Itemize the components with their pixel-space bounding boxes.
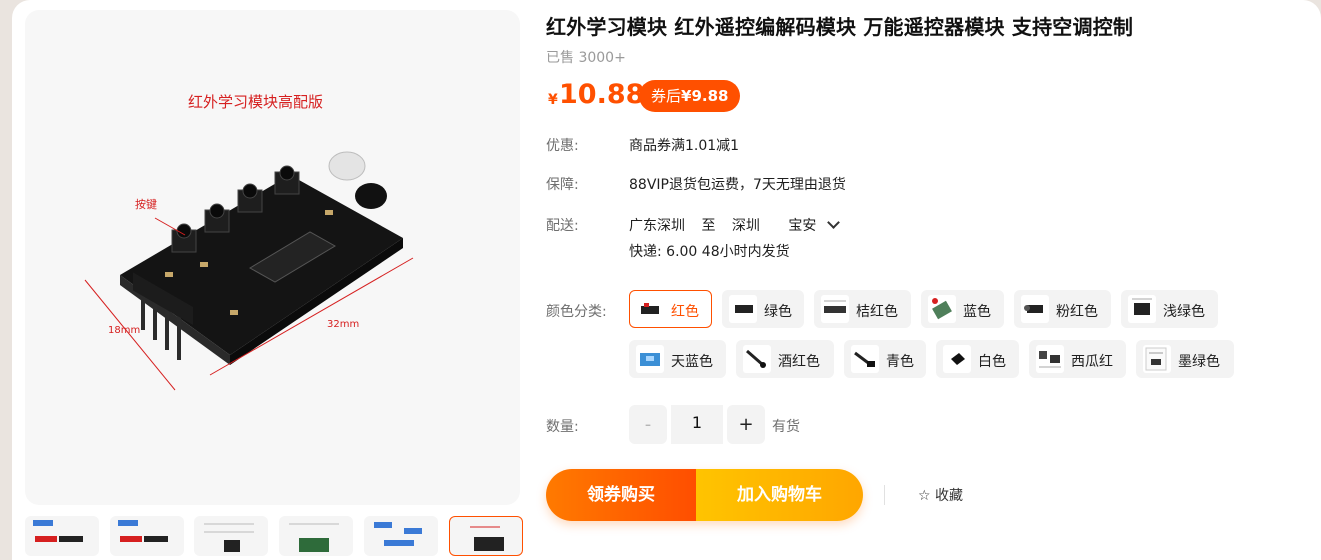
shipping-destination[interactable]: 广东深圳 至 深圳 宝安 xyxy=(629,215,840,235)
price-value: 10.88 xyxy=(559,79,645,110)
quantity-minus-button[interactable]: - xyxy=(629,405,667,444)
product-title: 红外学习模块 红外遥控编解码模块 万能遥控器模块 支持空调控制 xyxy=(546,15,1134,39)
option-label: 绿色 xyxy=(764,304,792,320)
chevron-down-icon[interactable] xyxy=(826,216,840,229)
option-thumbnail xyxy=(851,345,879,373)
option-white[interactable]: 白色 xyxy=(936,340,1019,378)
ship-city: 深圳 xyxy=(731,218,760,234)
option-thumbnail xyxy=(1128,295,1156,323)
option-blue[interactable]: 蓝色 xyxy=(921,290,1004,328)
ship-district: 宝安 xyxy=(788,218,817,234)
thumbnail-active[interactable] xyxy=(449,516,523,556)
option-thumbnail xyxy=(636,345,664,373)
ship-to-word: 至 xyxy=(701,218,716,234)
ir-module-illustration: 红外学习模块高配版 按键 18mm 32mm xyxy=(84,93,414,391)
promo-value[interactable]: 商品券满1.01减1 xyxy=(629,135,739,155)
option-label: 浅绿色 xyxy=(1163,304,1205,320)
option-light-green[interactable]: 浅绿色 xyxy=(1121,290,1218,328)
sold-count: 已售 3000+ xyxy=(546,50,626,66)
quantity-label: 数量: xyxy=(546,419,579,435)
option-label: 白色 xyxy=(978,354,1006,370)
shipping-label: 配送: xyxy=(546,218,579,234)
option-thumbnail xyxy=(636,295,664,323)
color-options-label: 颜色分类: xyxy=(546,304,607,320)
option-thumbnail xyxy=(928,295,956,323)
option-pink[interactable]: 粉红色 xyxy=(1014,290,1111,328)
label-width: 18mm xyxy=(108,325,140,336)
option-thumbnail xyxy=(943,345,971,373)
coupon-price-prefix: 券后 xyxy=(651,87,682,105)
coupon-price-value: ¥9.88 xyxy=(681,87,729,105)
thumbnail-strip xyxy=(25,516,525,556)
option-label: 红色 xyxy=(671,304,699,320)
option-green[interactable]: 绿色 xyxy=(722,290,804,328)
option-red[interactable]: 红色 xyxy=(629,290,712,328)
option-thumbnail xyxy=(1036,345,1064,373)
star-outline-icon: ☆ xyxy=(918,488,931,504)
option-label: 墨绿色 xyxy=(1178,354,1220,370)
add-to-cart-button[interactable]: 加入购物车 xyxy=(696,469,863,521)
option-dark-green[interactable]: 墨绿色 xyxy=(1136,340,1234,378)
guarantee-label: 保障: xyxy=(546,177,579,193)
thumbnail[interactable] xyxy=(25,516,99,556)
quantity-input[interactable]: 1 xyxy=(671,405,723,444)
shipping-detail: 快递: 6.00 48小时内发货 xyxy=(629,244,790,260)
label-length: 32mm xyxy=(327,319,359,330)
thumbnail[interactable] xyxy=(364,516,438,556)
thumbnail[interactable] xyxy=(279,516,353,556)
favorite-button[interactable]: ☆ 收藏 xyxy=(918,485,963,505)
option-cyan[interactable]: 青色 xyxy=(844,340,926,378)
option-orange-red[interactable]: 桔红色 xyxy=(814,290,911,328)
image-caption: 红外学习模块高配版 xyxy=(188,93,323,111)
promo-label: 优惠: xyxy=(546,138,579,154)
favorite-label: 收藏 xyxy=(935,488,964,504)
option-sky-blue[interactable]: 天蓝色 xyxy=(629,340,726,378)
option-thumbnail xyxy=(821,295,849,323)
guarantee-value: 88VIP退货包运费，7天无理由退货 xyxy=(629,177,846,193)
option-label: 桔红色 xyxy=(856,304,898,320)
option-thumbnail xyxy=(743,345,771,373)
thumbnail[interactable] xyxy=(110,516,184,556)
option-label: 蓝色 xyxy=(963,304,991,320)
option-thumbnail xyxy=(1021,295,1049,323)
price-currency: ¥ xyxy=(548,92,558,108)
option-label: 酒红色 xyxy=(778,354,820,370)
coupon-price-badge: 券后¥9.88 xyxy=(639,80,741,112)
quantity-plus-button[interactable]: + xyxy=(727,405,765,444)
option-watermelon-red[interactable]: 西瓜红 xyxy=(1029,340,1126,378)
ship-from: 广东深圳 xyxy=(629,218,685,234)
option-label: 天蓝色 xyxy=(671,354,713,370)
coupon-buy-button[interactable]: 领券购买 xyxy=(546,469,696,521)
option-wine-red[interactable]: 酒红色 xyxy=(736,340,834,378)
option-thumbnail xyxy=(1143,345,1171,373)
option-label: 粉红色 xyxy=(1056,304,1098,320)
option-label: 青色 xyxy=(886,354,914,370)
option-label: 西瓜红 xyxy=(1071,354,1113,370)
label-buttons: 按键 xyxy=(135,197,157,211)
main-product-image[interactable]: 红外学习模块高配版 按键 18mm 32mm xyxy=(25,10,520,505)
stock-status: 有货 xyxy=(772,419,800,435)
purchase-button-group: 领券购买 加入购物车 xyxy=(546,469,863,521)
option-thumbnail xyxy=(729,295,757,323)
divider xyxy=(884,485,885,505)
thumbnail[interactable] xyxy=(194,516,268,556)
